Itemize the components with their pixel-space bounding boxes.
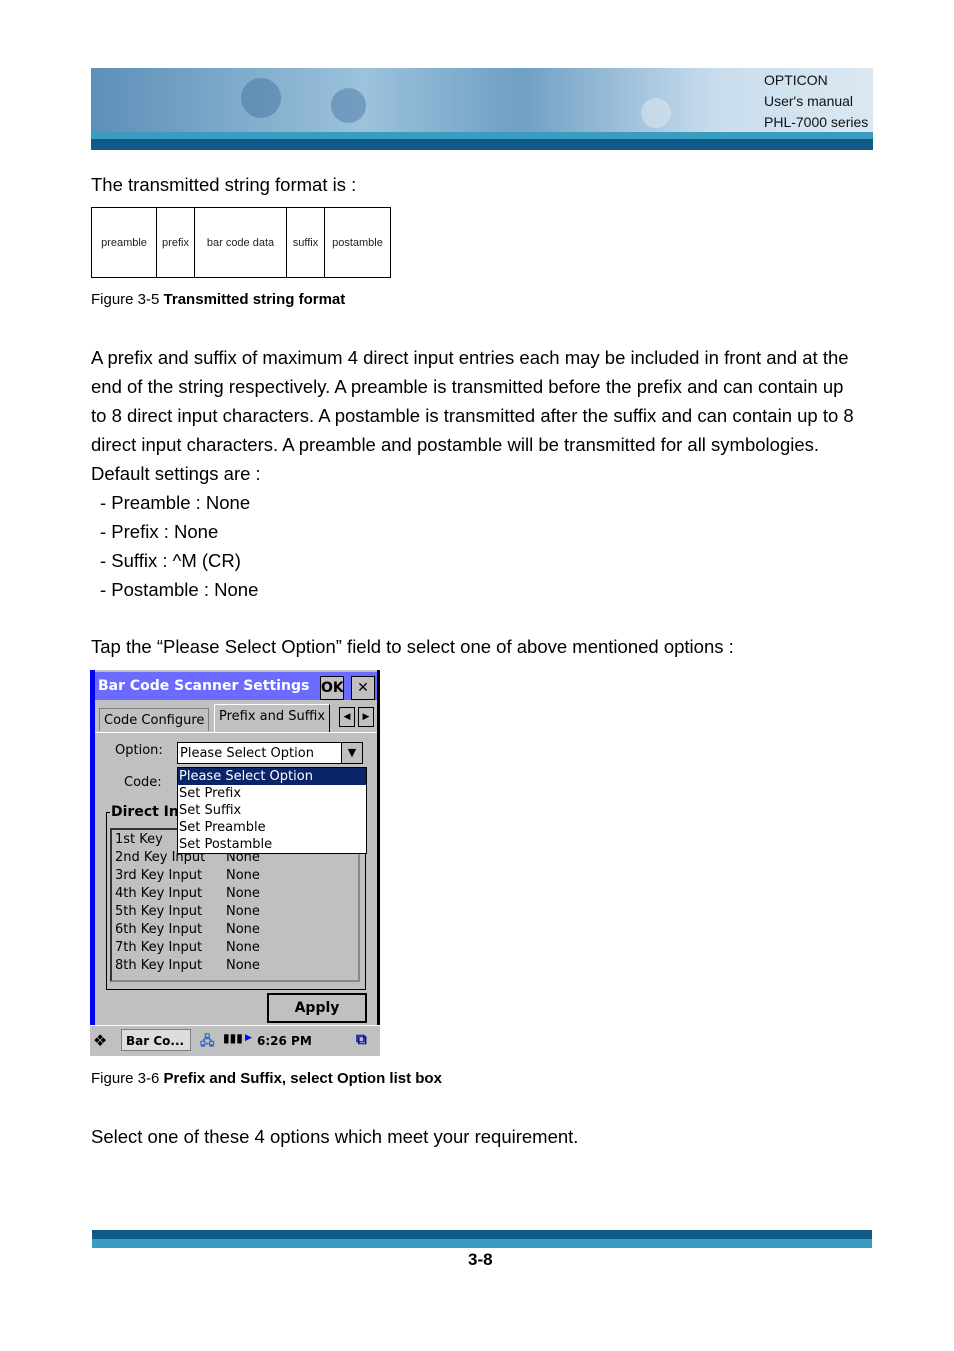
key-row[interactable]: 8th Key Input (115, 957, 202, 975)
option-item[interactable]: Set Preamble (178, 819, 366, 836)
format-cell: prefix (157, 208, 195, 277)
key-value: None (226, 958, 260, 973)
apply-button[interactable]: Apply (267, 993, 367, 1023)
key-value: None (226, 940, 260, 955)
key-value: None (226, 886, 260, 901)
code-label: Code: (124, 775, 162, 790)
product-series: PHL-7000 series (764, 114, 869, 130)
option-item[interactable]: Set Postamble (178, 836, 366, 853)
key-row[interactable]: 5th Key Input (115, 903, 202, 921)
close-button[interactable]: ✕ (351, 676, 375, 700)
format-cell: preamble (92, 208, 157, 277)
network-icon[interactable]: 🖧 (200, 1032, 215, 1054)
option-select[interactable]: Please Select Option ▼ (177, 742, 363, 764)
footer-bar-accent (92, 1239, 872, 1248)
option-item[interactable]: Please Select Option (178, 768, 366, 785)
taskbar-app-button[interactable]: Bar Co... (121, 1029, 191, 1051)
footer-bar (92, 1230, 872, 1239)
key-row[interactable]: 4th Key Input (115, 885, 202, 903)
window-title: Bar Code Scanner Settings (98, 678, 310, 694)
tab-scroll-right-icon[interactable]: ▶ (358, 707, 374, 727)
key-row[interactable]: 7th Key Input (115, 939, 202, 957)
instruction-text: Tap the “Please Select Option” field to … (91, 636, 734, 657)
body-paragraph: A prefix and suffix of maximum 4 direct … (91, 343, 854, 604)
key-row[interactable]: 3rd Key Input (115, 867, 202, 885)
chevron-down-icon[interactable]: ▼ (341, 743, 362, 763)
option-item[interactable]: Set Prefix (178, 785, 366, 802)
closing-text: Select one of these 4 options which meet… (91, 1126, 579, 1147)
title-bar: Bar Code Scanner Settings OK ✕ (95, 672, 377, 700)
ok-button[interactable]: OK (320, 676, 344, 700)
key-row[interactable]: 1st Key (115, 831, 163, 849)
page: OPTICON User's manual PHL-7000 series Th… (0, 0, 954, 1351)
option-label: Option: (115, 743, 163, 758)
windows-start-icon[interactable]: ❖ (93, 1031, 107, 1050)
key-value: None (226, 922, 260, 937)
defaults-list: - Preamble : None - Prefix : None - Suffix… (100, 492, 259, 600)
option-dropdown-list[interactable]: Please Select Option Set Prefix Set Suff… (177, 767, 367, 854)
header-text: OPTICON User's manual PHL-7000 series (764, 70, 868, 133)
group-label: Direct In (110, 804, 180, 820)
device-screenshot: Bar Code Scanner Settings OK ✕ Code Conf… (90, 670, 380, 1056)
intro-text: The transmitted string format is : (91, 174, 357, 195)
figure-caption: Figure 3-5 Transmitted string format (91, 291, 346, 308)
windows-switch-icon[interactable]: ⧉ (356, 1030, 367, 1048)
format-cell: suffix (287, 208, 325, 277)
clock[interactable]: 6:26 PM (257, 1034, 312, 1048)
company-name: OPTICON (764, 72, 828, 88)
tab-scroll-left-icon[interactable]: ◀ (339, 707, 355, 727)
format-cell: bar code data (195, 208, 287, 277)
key-value: None (226, 868, 260, 883)
option-item[interactable]: Set Suffix (178, 802, 366, 819)
format-table: preamble prefix bar code data suffix pos… (91, 207, 391, 278)
format-cell: postamble (332, 236, 383, 249)
tab-prefix-and-suffix[interactable]: Prefix and Suffix (214, 704, 331, 733)
doc-title: User's manual (764, 93, 854, 109)
key-row[interactable]: 6th Key Input (115, 921, 202, 939)
page-number: 3-8 (468, 1250, 493, 1269)
taskbar: ❖ Bar Co... 🖧 ▮▮▮ ▶ 6:26 PM ⧉ (90, 1025, 380, 1056)
arrow-right-icon: ▶ (245, 1033, 252, 1043)
key-value: None (226, 904, 260, 919)
tab-code-configure[interactable]: Code Configure (99, 708, 210, 731)
barcode-icon[interactable]: ▮▮▮ (223, 1031, 243, 1045)
header-banner: OPTICON User's manual PHL-7000 series (91, 68, 873, 150)
figure-caption: Figure 3-6 Prefix and Suffix, select Opt… (91, 1070, 442, 1087)
